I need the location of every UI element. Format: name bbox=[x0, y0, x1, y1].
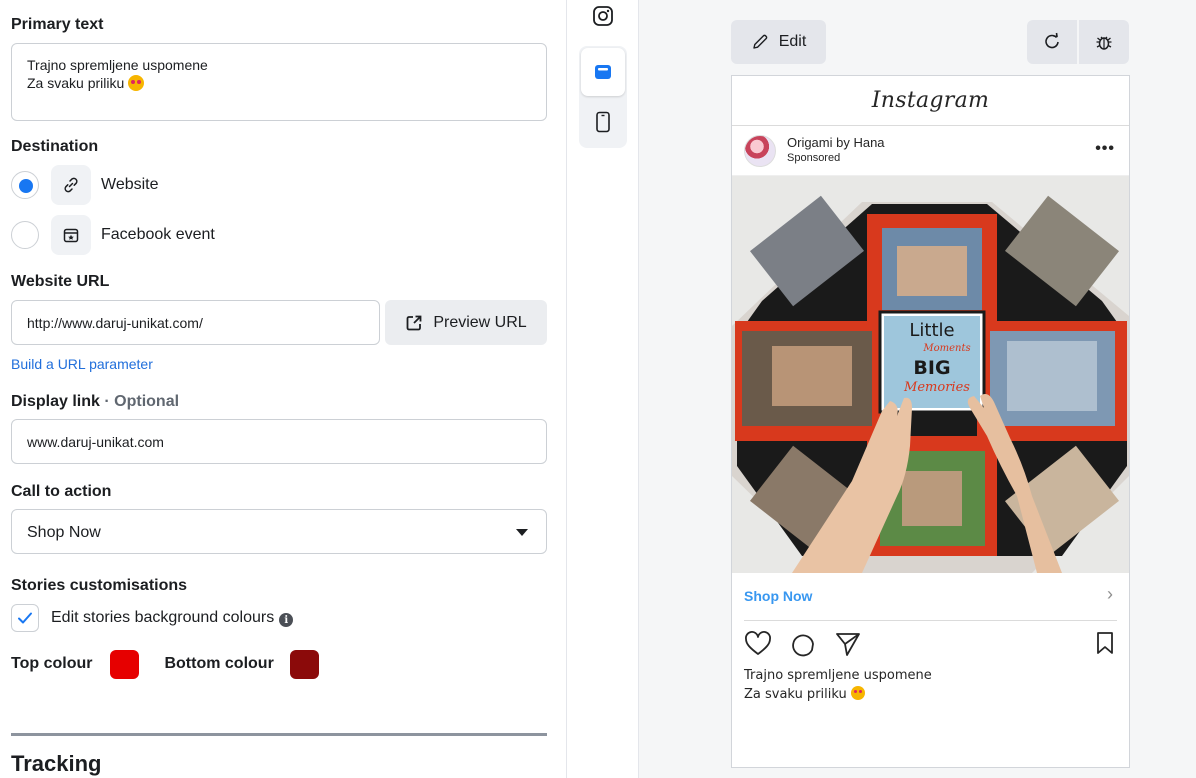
edit-stories-colours-checkbox[interactable] bbox=[11, 604, 39, 632]
share-icon[interactable] bbox=[835, 631, 861, 657]
post-actions bbox=[732, 621, 1129, 665]
primary-text-line-1: Trajno spremljene uspomene bbox=[27, 57, 208, 73]
ad-preview-panel: Edit Instagram Origami by Hana Sponsored… bbox=[639, 0, 1196, 778]
top-colour-label: Top colour bbox=[11, 655, 93, 672]
call-to-action-label: Call to action bbox=[11, 483, 112, 500]
section-divider bbox=[11, 733, 547, 736]
stories-customisations-label: Stories customisations bbox=[11, 577, 188, 594]
caption-line-2: Za svaku priliku bbox=[744, 687, 847, 702]
instagram-header: Instagram bbox=[732, 76, 1129, 126]
destination-label: Destination bbox=[11, 138, 99, 155]
bottom-colour-swatch[interactable] bbox=[289, 649, 319, 679]
website-url-input[interactable]: http://www.daruj-unikat.com/ bbox=[11, 300, 380, 345]
pencil-icon bbox=[753, 34, 768, 49]
more-options-icon[interactable]: ••• bbox=[1095, 140, 1115, 158]
mobile-preview-button[interactable] bbox=[581, 98, 625, 146]
edit-stories-colours-row[interactable]: Edit stories background colours i bbox=[11, 604, 294, 632]
ad-creative-form: Primary text Trajno spremljene uspomene … bbox=[0, 0, 566, 778]
bug-icon bbox=[1096, 36, 1112, 50]
sponsored-label: Sponsored bbox=[787, 152, 841, 164]
tracking-heading: Tracking bbox=[11, 751, 102, 776]
account-name: Origami by Hana bbox=[787, 135, 885, 150]
display-link-label: Display link · Optional bbox=[11, 393, 179, 411]
primary-text-label: Primary text bbox=[11, 16, 104, 33]
ad-media-image: Little Moments BIG Memories bbox=[732, 176, 1129, 573]
shop-now-cta-bar[interactable]: Shop Now › bbox=[744, 573, 1117, 621]
call-to-action-select[interactable]: Shop Now bbox=[11, 509, 547, 554]
chevron-right-icon: › bbox=[1107, 584, 1113, 604]
primary-text-field[interactable]: Trajno spremljene uspomene Za svaku pril… bbox=[11, 43, 547, 121]
heart-eyes-emoji-icon bbox=[850, 686, 865, 700]
report-bug-button[interactable] bbox=[1079, 20, 1129, 64]
heart-eyes-emoji-icon bbox=[128, 75, 145, 91]
top-colour-swatch[interactable] bbox=[110, 649, 140, 679]
preview-url-button[interactable]: Preview URL bbox=[385, 300, 547, 345]
external-link-icon bbox=[406, 315, 422, 330]
call-to-action-value: Shop Now bbox=[27, 524, 101, 541]
instagram-logo: Instagram bbox=[871, 88, 990, 113]
bookmark-icon[interactable] bbox=[1095, 631, 1115, 655]
media-text-big: BIG bbox=[913, 357, 950, 379]
bottom-colour-label: Bottom colour bbox=[164, 655, 274, 672]
display-link-label-text: Display link bbox=[11, 393, 100, 410]
instagram-icon[interactable] bbox=[592, 5, 614, 32]
build-url-parameter-link[interactable]: Build a URL parameter bbox=[11, 356, 153, 372]
dropdown-caret-icon bbox=[516, 529, 528, 536]
facebook-event-radio[interactable] bbox=[11, 221, 39, 249]
primary-text-line-2: Za svaku priliku bbox=[27, 75, 125, 91]
link-icon bbox=[51, 165, 91, 205]
checkmark-icon bbox=[18, 612, 32, 624]
facebook-event-option-label: Facebook event bbox=[101, 226, 215, 243]
website-url-label: Website URL bbox=[11, 273, 110, 290]
post-caption: Trajno spremljene uspomene Za svaku pril… bbox=[744, 666, 932, 704]
media-text-memories: Memories bbox=[903, 380, 970, 395]
post-header: Origami by Hana Sponsored ••• bbox=[732, 126, 1129, 176]
edit-button[interactable]: Edit bbox=[731, 20, 826, 64]
info-icon[interactable]: i bbox=[279, 613, 294, 628]
like-heart-icon[interactable] bbox=[744, 631, 772, 657]
destination-option-facebook-event[interactable]: Facebook event bbox=[11, 215, 215, 255]
preview-url-label: Preview URL bbox=[433, 313, 527, 331]
refresh-icon bbox=[1045, 32, 1059, 49]
explosion-box-illustration: Little Moments BIG Memories bbox=[732, 176, 1129, 573]
media-text-little: Little bbox=[909, 320, 954, 341]
destination-option-website[interactable]: Website bbox=[11, 165, 159, 205]
shop-now-cta[interactable]: Shop Now bbox=[744, 588, 812, 604]
instagram-feed-preview: Instagram Origami by Hana Sponsored ••• bbox=[731, 75, 1130, 768]
website-option-label: Website bbox=[101, 176, 159, 193]
caption-line-1: Trajno spremljene uspomene bbox=[744, 668, 932, 683]
refresh-button[interactable] bbox=[1027, 20, 1077, 64]
avatar bbox=[744, 135, 776, 167]
display-link-input[interactable]: www.daruj-unikat.com bbox=[11, 419, 547, 464]
caption-line-2-row: Za svaku priliku bbox=[744, 685, 932, 704]
optional-tag: · Optional bbox=[104, 393, 180, 410]
edit-stories-colours-label: Edit stories background colours i bbox=[51, 608, 294, 628]
feed-preview-icon bbox=[595, 65, 611, 79]
edit-stories-colours-text: Edit stories background colours bbox=[51, 608, 275, 626]
comment-icon[interactable] bbox=[790, 631, 816, 657]
placement-rail bbox=[566, 0, 639, 778]
mobile-preview-icon bbox=[596, 111, 610, 133]
media-text-moments: Moments bbox=[922, 343, 970, 354]
primary-text-line-2-row: Za svaku priliku bbox=[27, 74, 531, 92]
event-icon bbox=[51, 215, 91, 255]
edit-button-label: Edit bbox=[778, 33, 807, 50]
preview-mode-group bbox=[579, 46, 627, 148]
colour-pickers-row: Top colour Bottom colour bbox=[11, 648, 319, 680]
feed-preview-button[interactable] bbox=[581, 48, 625, 96]
website-radio[interactable] bbox=[11, 171, 39, 199]
